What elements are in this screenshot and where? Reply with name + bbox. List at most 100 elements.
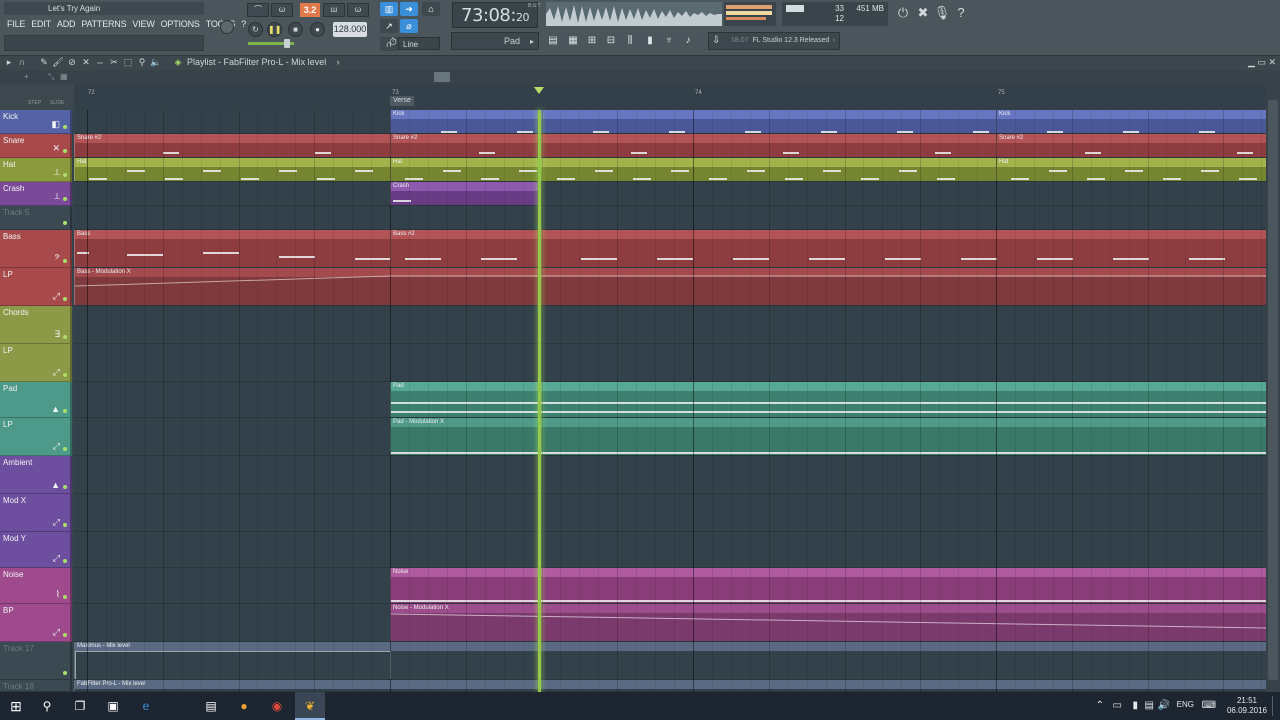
pattern-clip[interactable]: Hat — [390, 158, 996, 181]
loop-record-icon[interactable]: ↻ — [248, 22, 263, 37]
track-header[interactable]: Pad ▲ — [0, 382, 72, 418]
current-channel-box[interactable]: Pad ▸ — [451, 32, 539, 50]
slip-tool-icon[interactable]: ⇔ — [94, 57, 106, 67]
menu-view[interactable]: VIEW — [129, 17, 157, 31]
track-lane[interactable]: Bass Bass #2 — [74, 230, 1266, 268]
menu-add[interactable]: ADD — [54, 17, 78, 31]
typing-keyboard-icon[interactable]: ω — [347, 3, 369, 17]
pattern-clip[interactable]: Kick — [996, 110, 1266, 133]
pattern-clip[interactable]: Hat — [74, 158, 390, 181]
track-enable-dot[interactable] — [63, 523, 67, 527]
track-lane[interactable] — [74, 532, 1266, 568]
tray-app-icon[interactable]: ▭ — [1113, 700, 1122, 711]
fl-studio-taskbar-button[interactable]: ❦ — [295, 692, 325, 720]
wait-icon[interactable]: ⏱ — [388, 36, 398, 50]
master-volume-slider[interactable] — [248, 39, 294, 48]
track-lane[interactable] — [74, 206, 1266, 230]
automation-clip[interactable]: Bass - Modulation X — [74, 268, 1266, 305]
track-enable-dot[interactable] — [63, 559, 67, 563]
select-tool-icon[interactable]: ⬚ — [122, 57, 134, 68]
pattern-clip[interactable]: Snare #2 — [74, 134, 390, 157]
track-header[interactable]: Snare ✕ — [0, 134, 72, 158]
track-lane[interactable]: Snare #2 Snare #2 Snare #2 — [74, 134, 1266, 158]
track-header[interactable]: LP ⤢ — [0, 268, 72, 306]
track-header[interactable]: Hat ⟂ — [0, 158, 72, 182]
grid-icon[interactable]: ▦ — [60, 72, 68, 81]
track-lane[interactable] — [74, 344, 1266, 382]
battery-icon[interactable]: ▮ — [1132, 700, 1138, 711]
track-enable-dot[interactable] — [63, 447, 67, 451]
track-enable-dot[interactable] — [63, 409, 67, 413]
track-lane[interactable]: Noise — [74, 568, 1266, 604]
help-icon[interactable]: ? — [952, 4, 970, 22]
magnet-snap-icon[interactable]: ∩ — [16, 57, 28, 67]
draw-tool-icon[interactable]: ✎ — [38, 57, 50, 68]
delete-tool-icon[interactable]: ⊘ — [66, 57, 78, 68]
loop-icon[interactable]: ω — [271, 3, 293, 17]
language-indicator[interactable]: ENG — [1177, 700, 1194, 709]
step-seq-icon[interactable]: ➜ — [400, 2, 418, 16]
pattern-clip[interactable]: Hat — [996, 158, 1266, 181]
menu-arrow-icon[interactable]: ▸ — [3, 57, 15, 68]
track-lane[interactable]: Pad - Modulation X — [74, 418, 1266, 456]
record-button[interactable]: ● — [310, 22, 325, 37]
track-lane[interactable]: Noise - Modulation X — [74, 604, 1266, 642]
plugin-database-icon[interactable]: ♆ — [661, 34, 677, 48]
track-lane[interactable]: Pad — [74, 382, 1266, 418]
mute-tool-icon[interactable]: ✕ — [80, 57, 92, 68]
menu-options[interactable]: OPTIONS — [158, 17, 203, 31]
track-enable-dot[interactable] — [63, 633, 67, 637]
track-enable-dot[interactable] — [63, 125, 67, 129]
browser-icon[interactable]: ⊟ — [603, 34, 619, 48]
track-header[interactable]: Crash ⟂ — [0, 182, 72, 206]
track-lane[interactable]: FabFilter Pro-L - Mix level — [74, 680, 1266, 692]
playback-tool-icon[interactable]: 🔈 — [150, 57, 162, 68]
pattern-clip[interactable]: Crash — [390, 182, 540, 205]
song-position-display[interactable]: 73:08:20 — [452, 2, 538, 28]
chrome-icon[interactable]: ◉ — [268, 697, 286, 715]
track-header[interactable]: Mod X ⤢ — [0, 494, 72, 532]
clock[interactable]: 21:51 06.09.2016 — [1222, 696, 1272, 716]
track-enable-dot[interactable] — [63, 149, 67, 153]
network-icon[interactable]: ▤ — [1145, 700, 1154, 711]
store-icon[interactable]: ▣ — [104, 697, 122, 715]
track-lane[interactable] — [74, 456, 1266, 494]
automation-clip[interactable]: Noise - Modulation X — [390, 604, 1266, 641]
playlist-scrollbar[interactable]: + ⤡ ▦ — [0, 70, 1280, 84]
chevron-right-icon[interactable]: › — [332, 57, 344, 67]
piano-roll-icon[interactable]: ⊞ — [584, 34, 600, 48]
track-lane[interactable] — [74, 306, 1266, 344]
diagonal-icon[interactable]: ⤡ — [48, 72, 54, 82]
menu-file[interactable]: FILE — [4, 17, 28, 31]
track-enable-dot[interactable] — [63, 595, 67, 599]
track-enable-dot[interactable] — [63, 221, 67, 225]
track-header[interactable]: Bass 𝄢 — [0, 230, 72, 268]
track-lane[interactable]: Crash — [74, 182, 1266, 206]
metronome-icon[interactable]: ш — [323, 3, 345, 17]
microphone-icon[interactable]: 🎙 — [933, 4, 951, 22]
automation-clip[interactable]: FabFilter Pro-L - Mix level — [74, 680, 1266, 691]
track-enable-dot[interactable] — [63, 671, 67, 675]
track-enable-dot[interactable] — [63, 259, 67, 263]
paint-tool-icon[interactable]: 🖌 — [52, 57, 64, 68]
playlist-view-icon[interactable]: ▤ — [545, 34, 561, 48]
pattern-clip[interactable]: Noise — [390, 568, 1266, 603]
pattern-clip[interactable]: Snare #2 — [996, 134, 1266, 157]
track-header[interactable]: Mod Y ⤢ — [0, 532, 72, 568]
link-icon[interactable]: ⌀ — [400, 19, 418, 33]
time-marker[interactable]: Verse — [390, 96, 414, 106]
vertical-scroll-thumb[interactable] — [1268, 100, 1278, 680]
channel-rack-icon[interactable]: ▦ — [565, 34, 581, 48]
overdub-icon[interactable]: ⌂ — [422, 2, 440, 16]
snap-mode-select[interactable]: Line — [398, 37, 440, 50]
automation-clip[interactable]: Pad - Modulation X — [390, 418, 1266, 455]
windows-start-icon[interactable]: ⊞ — [7, 697, 25, 715]
track-header[interactable]: Track 5 — [0, 206, 72, 230]
pattern-clip[interactable]: Bass #2 — [390, 230, 1266, 267]
snap-icon[interactable]: ↗ — [380, 19, 398, 33]
file-explorer-icon[interactable]: ▤ — [202, 697, 220, 715]
track-header[interactable]: Noise ⌇ — [0, 568, 72, 604]
track-enable-dot[interactable] — [63, 173, 67, 177]
menu-edit[interactable]: EDIT — [28, 17, 54, 31]
track-lane[interactable]: Hat Hat Hat — [74, 158, 1266, 182]
